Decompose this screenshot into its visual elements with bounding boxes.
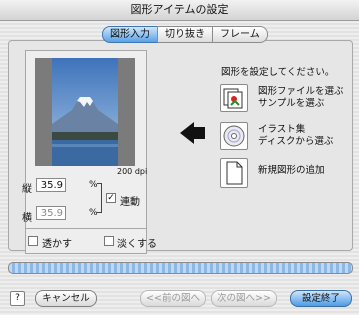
- tab-frame[interactable]: フレーム: [212, 26, 268, 43]
- transparent-label: 透かす: [42, 239, 72, 250]
- cd-icon: [223, 125, 245, 147]
- progress-bar: [8, 262, 353, 274]
- width-label: 横: [22, 213, 32, 224]
- height-label: 縦: [22, 184, 32, 195]
- image-preview: [35, 58, 135, 166]
- help-button[interactable]: ?: [10, 291, 25, 306]
- new-document-icon: [226, 161, 243, 185]
- height-percent-input[interactable]: 35.9: [36, 178, 66, 192]
- new-image-label: 新規図形の追加: [258, 165, 325, 176]
- tab-image-input[interactable]: 図形入力: [102, 26, 158, 43]
- previous-button[interactable]: <<前の図へ: [140, 290, 206, 307]
- window-title: 図形アイテムの設定: [0, 0, 359, 21]
- tab-crop[interactable]: 切り抜き: [157, 26, 213, 43]
- width-percent-input[interactable]: 35.9: [36, 206, 66, 220]
- left-arrow-stem: [193, 127, 205, 139]
- faint-checkbox[interactable]: [104, 236, 114, 246]
- link-checkbox[interactable]: ✓: [106, 193, 116, 203]
- choose-illustration-label: イラスト集 ディスクから選ぶ: [258, 124, 334, 147]
- finish-button[interactable]: 設定終了: [290, 290, 352, 307]
- mount-fuji-photo: [52, 58, 118, 166]
- instruction-text: 図形を設定してください。: [221, 67, 335, 78]
- faint-label: 淡くする: [117, 239, 157, 250]
- new-image-button[interactable]: [220, 158, 248, 188]
- divider: [25, 228, 146, 229]
- choose-file-label: 図形ファイルを選ぶ サンプルを選ぶ: [258, 86, 344, 109]
- link-label: 連動: [120, 197, 140, 208]
- cancel-button[interactable]: キャンセル: [35, 290, 97, 307]
- next-button[interactable]: 次の図へ>>: [211, 290, 277, 307]
- choose-illustration-button[interactable]: [220, 122, 248, 150]
- left-arrow-icon: [180, 122, 194, 144]
- link-bracket: [97, 183, 102, 213]
- transparent-checkbox[interactable]: [28, 236, 38, 246]
- tab-bar: 図形入力 切り抜き フレーム: [102, 26, 268, 43]
- files-icon: [223, 88, 243, 109]
- resolution-label: 200 dpi: [117, 167, 148, 176]
- choose-file-button[interactable]: [220, 84, 248, 112]
